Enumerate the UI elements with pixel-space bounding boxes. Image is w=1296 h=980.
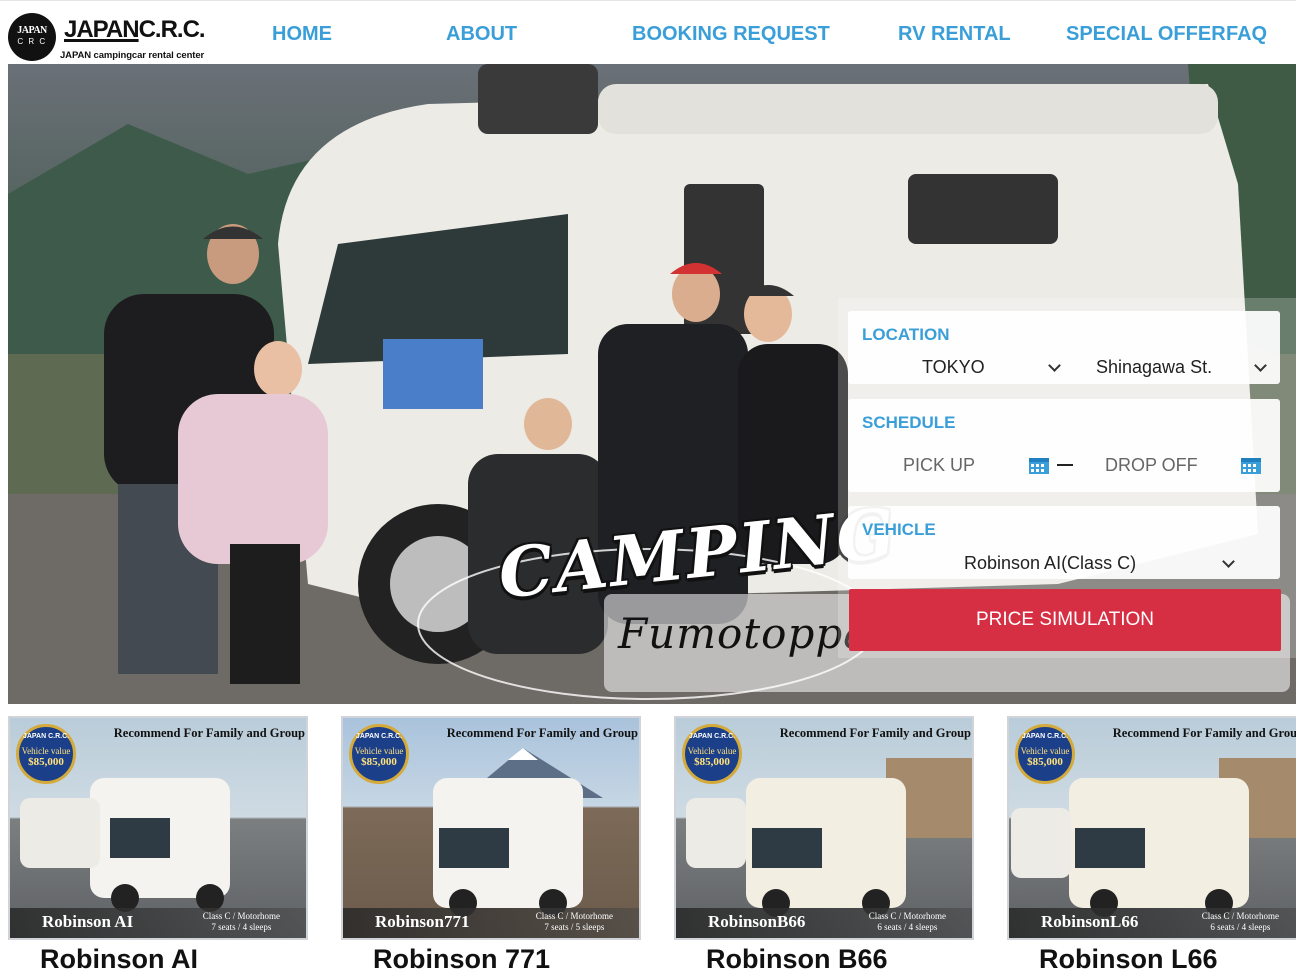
brand-logo-badge[interactable]: JAPAN C R C (8, 13, 56, 61)
vehicle-value-badge: JAPAN C.R.C. Vehicle value $85,000 (349, 724, 409, 784)
vehicle-photo[interactable]: JAPAN C.R.C. Vehicle value $85,000 Recom… (8, 716, 308, 940)
vehicle-card[interactable]: JAPAN C.R.C. Vehicle value $85,000 Recom… (341, 716, 641, 980)
vehicle-value-badge: JAPAN C.R.C. Vehicle value $85,000 (682, 724, 742, 784)
calendar-icon[interactable] (1028, 455, 1050, 475)
strip-class-line: Class C / Motorhome (535, 911, 613, 921)
photo-name-strip: RobinsonL66 Class C / Motorhome 6 seats /… (1009, 908, 1296, 938)
schedule-label: SCHEDULE (862, 413, 956, 432)
nav-special-offer[interactable]: SPECIAL OFFER (1066, 21, 1226, 47)
badge-brand: JAPAN C.R.C. (22, 733, 70, 740)
dropoff-placeholder: DROP OFF (1105, 455, 1198, 475)
strip-class-info: Class C / Motorhome 7 seats / 5 sleeps (536, 911, 613, 933)
strip-class-line: Class C / Motorhome (1201, 911, 1279, 921)
nav-about[interactable]: ABOUT (446, 21, 517, 47)
location-city-value: TOKYO (922, 357, 985, 377)
badge-label: Vehicle value (1020, 746, 1070, 756)
schedule-section: SCHEDULE PICK UP DROP OFF (848, 399, 1280, 492)
chevron-down-icon (1222, 555, 1235, 568)
nav-booking-request[interactable]: BOOKING REQUEST (632, 21, 830, 47)
site-header: JAPAN C R C JAPANC.R.C. JAPAN campingcar… (0, 0, 1296, 65)
location-label: LOCATION (862, 325, 950, 344)
vehicle-card-title[interactable]: Robinson B66 (706, 944, 888, 975)
strip-class-line: Class C / Motorhome (202, 911, 280, 921)
vehicle-value-badge: JAPAN C.R.C. Vehicle value $85,000 (1015, 724, 1075, 784)
badge-label: Vehicle value (21, 746, 71, 756)
strip-seats-line: 6 seats / 4 sleeps (1210, 922, 1271, 932)
strip-vehicle-name: RobinsonB66 (708, 912, 806, 931)
brand-word-japan: JAPAN (64, 16, 140, 43)
vehicle-card-title[interactable]: Robinson 771 (373, 944, 550, 975)
recommend-text: Recommend For Family and Group (113, 726, 305, 740)
strip-vehicle-name: RobinsonL66 (1041, 912, 1139, 931)
badge-value: $85,000 (694, 756, 730, 768)
photo-name-strip: Robinson771 Class C / Motorhome 7 seats /… (343, 908, 639, 938)
badge-brand: JAPAN C.R.C. (355, 733, 403, 740)
badge-value: $85,000 (28, 756, 64, 768)
date-range-dash (1057, 464, 1073, 466)
brand-badge-top: JAPAN (17, 25, 47, 36)
badge-value: $85,000 (361, 756, 397, 768)
recommend-text: Recommend For Family and Group (1112, 726, 1296, 740)
brand-subtitle: JAPAN campingcar rental center (60, 50, 205, 61)
photo-name-strip: Robinson AI Class C / Motorhome 7 seats /… (10, 908, 306, 938)
badge-brand: JAPAN C.R.C. (1021, 733, 1069, 740)
strip-vehicle-name: Robinson771 (375, 912, 470, 931)
strip-vehicle-name: Robinson AI (42, 912, 134, 931)
location-city-select[interactable]: TOKYO (848, 353, 1074, 381)
location-section: LOCATION TOKYO Shinagawa St. (848, 311, 1280, 384)
calendar-icon[interactable] (1240, 455, 1262, 475)
vehicle-value: Robinson AI(Class C) (964, 553, 1137, 573)
chevron-down-icon (1048, 359, 1061, 372)
recommend-text: Recommend For Family and Group (779, 726, 971, 740)
badge-brand: JAPAN C.R.C. (688, 733, 736, 740)
photo-name-strip: RobinsonB66 Class C / Motorhome 6 seats /… (676, 908, 972, 938)
nav-home[interactable]: HOME (272, 21, 332, 47)
vehicle-section: VEHICLE Robinson AI(Class C) (848, 506, 1280, 579)
price-simulation-button[interactable]: PRICE SIMULATION (849, 589, 1281, 651)
badge-label: Vehicle value (354, 746, 404, 756)
nav-faq[interactable]: FAQ (1226, 21, 1267, 47)
brand-word-crc: C.R.C. (138, 16, 206, 43)
pickup-placeholder: PICK UP (903, 455, 976, 475)
strip-class-line: Class C / Motorhome (868, 911, 946, 921)
vehicle-photo[interactable]: JAPAN C.R.C. Vehicle value $85,000 Recom… (1007, 716, 1296, 940)
vehicle-card-title[interactable]: Robinson L66 (1039, 944, 1218, 975)
brand-wordmark[interactable]: JAPANC.R.C. (64, 16, 206, 44)
vehicle-select[interactable]: Robinson AI(Class C) (848, 550, 1280, 578)
location-station-value: Shinagawa St. (1096, 357, 1213, 377)
strip-class-info: Class C / Motorhome 6 seats / 4 sleeps (1202, 911, 1279, 933)
chevron-down-icon (1254, 359, 1267, 372)
strip-seats-line: 6 seats / 4 sleeps (877, 922, 938, 932)
vehicle-label: VEHICLE (862, 520, 936, 539)
vehicle-photo[interactable]: JAPAN C.R.C. Vehicle value $85,000 Recom… (674, 716, 974, 940)
strip-class-info: Class C / Motorhome 7 seats / 4 sleeps (203, 911, 280, 933)
brand-badge-bottom: C R C (17, 37, 47, 46)
pickup-date-input[interactable]: PICK UP (848, 447, 1054, 481)
nav-rv-rental[interactable]: RV RENTAL (898, 21, 1011, 47)
vehicle-card[interactable]: JAPAN C.R.C. Vehicle value $85,000 Recom… (8, 716, 308, 980)
vehicle-value-badge: JAPAN C.R.C. Vehicle value $85,000 (16, 724, 76, 784)
vehicle-card-title[interactable]: Robinson AI (40, 944, 198, 975)
location-station-select[interactable]: Shinagawa St. (1080, 353, 1276, 381)
hero-subtitle: Fumotoppa (618, 609, 870, 658)
strip-class-info: Class C / Motorhome 6 seats / 4 sleeps (869, 911, 946, 933)
strip-seats-line: 7 seats / 5 sleeps (544, 922, 605, 932)
strip-seats-line: 7 seats / 4 sleeps (211, 922, 272, 932)
vehicle-photo[interactable]: JAPAN C.R.C. Vehicle value $85,000 Recom… (341, 716, 641, 940)
badge-value: $85,000 (1027, 756, 1063, 768)
vehicle-card[interactable]: JAPAN C.R.C. Vehicle value $85,000 Recom… (674, 716, 974, 980)
recommend-text: Recommend For Family and Group (446, 726, 638, 740)
vehicle-card[interactable]: JAPAN C.R.C. Vehicle value $85,000 Recom… (1007, 716, 1296, 980)
dropoff-date-input[interactable]: DROP OFF (1076, 447, 1280, 481)
badge-label: Vehicle value (687, 746, 737, 756)
